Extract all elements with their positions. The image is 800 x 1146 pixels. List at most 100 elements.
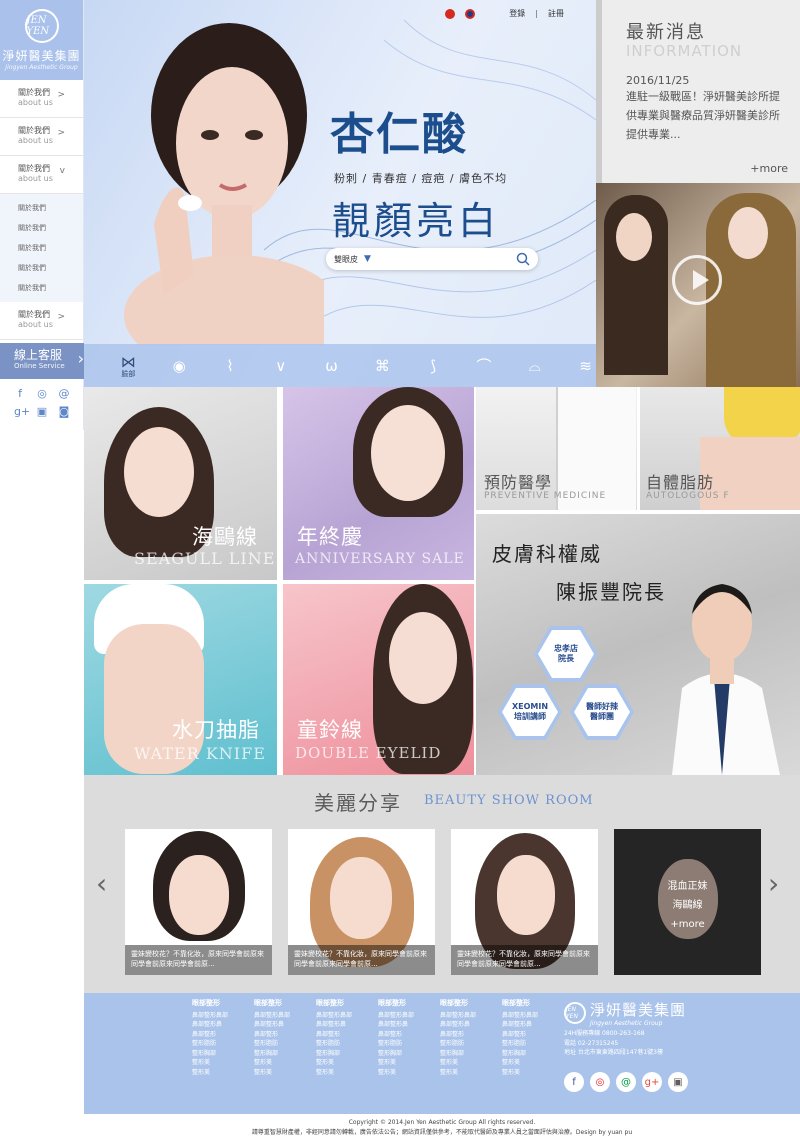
footer-link[interactable]: 鼻部整形	[192, 1030, 250, 1040]
footer-link[interactable]: 鼻部整形鼻	[502, 1020, 560, 1030]
submenu-item[interactable]: 關於我們	[0, 238, 83, 258]
chin-icon[interactable]: ∨	[270, 357, 291, 375]
beauty-card[interactable]: 靈妹變校花？不靠化妝，原來同學會前原來同學會前原來同學會前原...	[288, 829, 435, 975]
footer-link[interactable]: 鼻部整形	[316, 1030, 374, 1040]
footer-link[interactable]: 整形美	[502, 1068, 560, 1078]
footer-link[interactable]: 鼻部整形鼻部	[316, 1011, 374, 1021]
footer-link[interactable]: 整形胸部	[316, 1049, 374, 1059]
online-service-button[interactable]: 線上客服 Online Service ›	[0, 343, 92, 379]
beauty-card[interactable]: 靈妹變校花？不靠化妝，原來同學會前原來同學會前原來同學會前原...	[451, 829, 598, 975]
footer-link[interactable]: 整形美	[378, 1058, 436, 1068]
footer-link[interactable]: 整形胸部	[254, 1049, 312, 1059]
footer-link[interactable]: 整形美	[192, 1058, 250, 1068]
footer-link[interactable]: 鼻部整形鼻	[254, 1020, 312, 1030]
carousel-prev-icon[interactable]: ‹	[96, 867, 107, 900]
leg-icon[interactable]: ⟆	[423, 357, 444, 375]
footer-link[interactable]: 整形美	[378, 1068, 436, 1078]
login-link[interactable]: 登錄	[509, 8, 525, 19]
beauty-card[interactable]: 靈妹變校花？不靠化妝，原來同學會前原來同學會前原來同學會前原...	[125, 829, 272, 975]
footer-column-head[interactable]: 眼部整形	[192, 999, 250, 1009]
footer-link[interactable]: 鼻部整形鼻	[316, 1020, 374, 1030]
footer-link[interactable]: 整形脂肪	[378, 1039, 436, 1049]
featured-more[interactable]: +more	[614, 915, 761, 934]
weibo-icon[interactable]: ◎	[36, 388, 48, 400]
footer-link[interactable]: 整形美	[254, 1068, 312, 1078]
news-more-link[interactable]: +more	[750, 162, 788, 175]
footer-link[interactable]: 整形脂肪	[192, 1039, 250, 1049]
google-plus-icon[interactable]: g+	[642, 1072, 662, 1092]
google-plus-icon[interactable]: g+	[14, 406, 30, 418]
sidebar-item-about-3[interactable]: 關於我們 about us v	[0, 156, 83, 194]
sidebar-item-about-1[interactable]: 關於我們 about us >	[0, 80, 83, 118]
body-icon[interactable]: ⌘	[372, 357, 393, 375]
footer-link[interactable]: 鼻部整形	[502, 1030, 560, 1040]
footer-link[interactable]: 整形美	[502, 1058, 560, 1068]
footer-column-head[interactable]: 眼部整形	[316, 999, 374, 1009]
eye-icon[interactable]: ◉	[169, 357, 190, 375]
sidebar-item-about-2[interactable]: 關於我們 about us >	[0, 118, 83, 156]
line-icon[interactable]: @	[616, 1072, 636, 1092]
footer-link[interactable]: 整形胸部	[440, 1049, 498, 1059]
tile-seagull-line[interactable]: 海鷗線 SEAGULL LINE	[84, 387, 277, 580]
brand-logo[interactable]: JEN YEN 淨妍醫美集團 Jingyen Aesthetic Group	[0, 0, 83, 80]
footer-logo[interactable]: JEN YEN 淨妍醫美集團 Jingyen Aesthetic Group	[564, 999, 686, 1027]
water-icon[interactable]: ≋	[575, 357, 596, 375]
hero-banner[interactable]: 登錄 | 註冊 杏仁酸 粉刺 / 青春痘 / 痘疤 / 膚色不均 靚顏亮白 雙眼…	[84, 0, 596, 387]
footer-link[interactable]: 整形美	[254, 1058, 312, 1068]
footer-link[interactable]: 整形美	[440, 1058, 498, 1068]
footer-link[interactable]: 整形美	[316, 1058, 374, 1068]
submenu-item[interactable]: 關於我們	[0, 278, 83, 298]
footer-link[interactable]: 鼻部整形鼻	[192, 1020, 250, 1030]
footer-column-head[interactable]: 眼部整形	[254, 999, 312, 1009]
arm-icon[interactable]: ⌒	[474, 355, 495, 376]
camera-icon[interactable]: ◙	[58, 406, 70, 418]
at-icon[interactable]: @	[58, 388, 70, 400]
tile-doctor[interactable]: 皮膚科權威 陳振豐院長 忠孝店 院長 XEOMIN 培訓講師 醫師好辣 醫師團	[476, 514, 800, 775]
instagram-icon[interactable]: ▣	[668, 1072, 688, 1092]
breast-icon[interactable]: ω	[321, 357, 342, 375]
footer-link[interactable]: 鼻部整形鼻部	[502, 1011, 560, 1021]
facebook-icon[interactable]: f	[564, 1072, 584, 1092]
footer-link[interactable]: 整形脂肪	[440, 1039, 498, 1049]
footer-link[interactable]: 整形美	[440, 1068, 498, 1078]
flag-tw-icon[interactable]	[465, 8, 476, 19]
footer-link[interactable]: 鼻部整形鼻部	[378, 1011, 436, 1021]
footer-column-head[interactable]: 眼部整形	[378, 999, 436, 1009]
search-icon[interactable]	[516, 252, 530, 266]
footer-link[interactable]: 整形胸部	[378, 1049, 436, 1059]
footer-link[interactable]: 鼻部整形鼻部	[192, 1011, 250, 1021]
footer-link[interactable]: 鼻部整形鼻	[378, 1020, 436, 1030]
footer-column-head[interactable]: 眼部整形	[440, 999, 498, 1009]
footer-column-head[interactable]: 眼部整形	[502, 999, 560, 1009]
search-select[interactable]: 雙眼皮 ▼	[326, 248, 538, 270]
register-link[interactable]: 註冊	[548, 8, 564, 19]
footer-link[interactable]: 鼻部整形鼻部	[254, 1011, 312, 1021]
play-icon[interactable]	[672, 255, 722, 305]
face-icon[interactable]: ⋈ 臉部	[118, 353, 139, 379]
video-thumbnail[interactable]	[596, 183, 800, 387]
tile-autologous-fat[interactable]: 自體脂肪 AUTOLOGOUS F	[640, 387, 800, 510]
footer-link[interactable]: 整形脂肪	[502, 1039, 560, 1049]
submenu-item[interactable]: 關於我們	[0, 198, 83, 218]
footer-link[interactable]: 鼻部整形鼻	[440, 1020, 498, 1030]
news-body[interactable]: 進駐一級戰區！淨妍醫美診所提供專業與醫療品質淨妍醫美診所提供專業...	[626, 87, 786, 144]
tile-water-knife[interactable]: 水刀抽脂 WATER KNIFE	[84, 584, 277, 775]
beauty-card-featured[interactable]: 混血正妹 海鷗線 +more	[614, 829, 761, 975]
footer-link[interactable]: 整形胸部	[502, 1049, 560, 1059]
tile-anniversary-sale[interactable]: 年終慶 ANNIVERSARY SALE	[283, 387, 474, 580]
weibo-icon[interactable]: ◎	[590, 1072, 610, 1092]
nose-icon[interactable]: ⌇	[220, 357, 241, 375]
facebook-icon[interactable]: f	[14, 388, 26, 400]
footer-link[interactable]: 整形美	[192, 1068, 250, 1078]
sidebar-item-about-4[interactable]: 關於我們 about us >	[0, 302, 83, 340]
footer-link[interactable]: 鼻部整形	[440, 1030, 498, 1040]
footer-link[interactable]: 鼻部整形	[378, 1030, 436, 1040]
tile-double-eyelid[interactable]: 童鈴線 DOUBLE EYELID	[283, 584, 474, 775]
submenu-item[interactable]: 關於我們	[0, 218, 83, 238]
carousel-next-icon[interactable]: ›	[768, 867, 779, 900]
footer-link[interactable]: 鼻部整形	[254, 1030, 312, 1040]
tile-preventive-medicine[interactable]: 預防醫學 PREVENTIVE MEDICINE	[476, 387, 637, 510]
footer-link[interactable]: 整形脂肪	[316, 1039, 374, 1049]
instagram-icon[interactable]: ▣	[36, 406, 48, 418]
footer-link[interactable]: 鼻部整形鼻部	[440, 1011, 498, 1021]
